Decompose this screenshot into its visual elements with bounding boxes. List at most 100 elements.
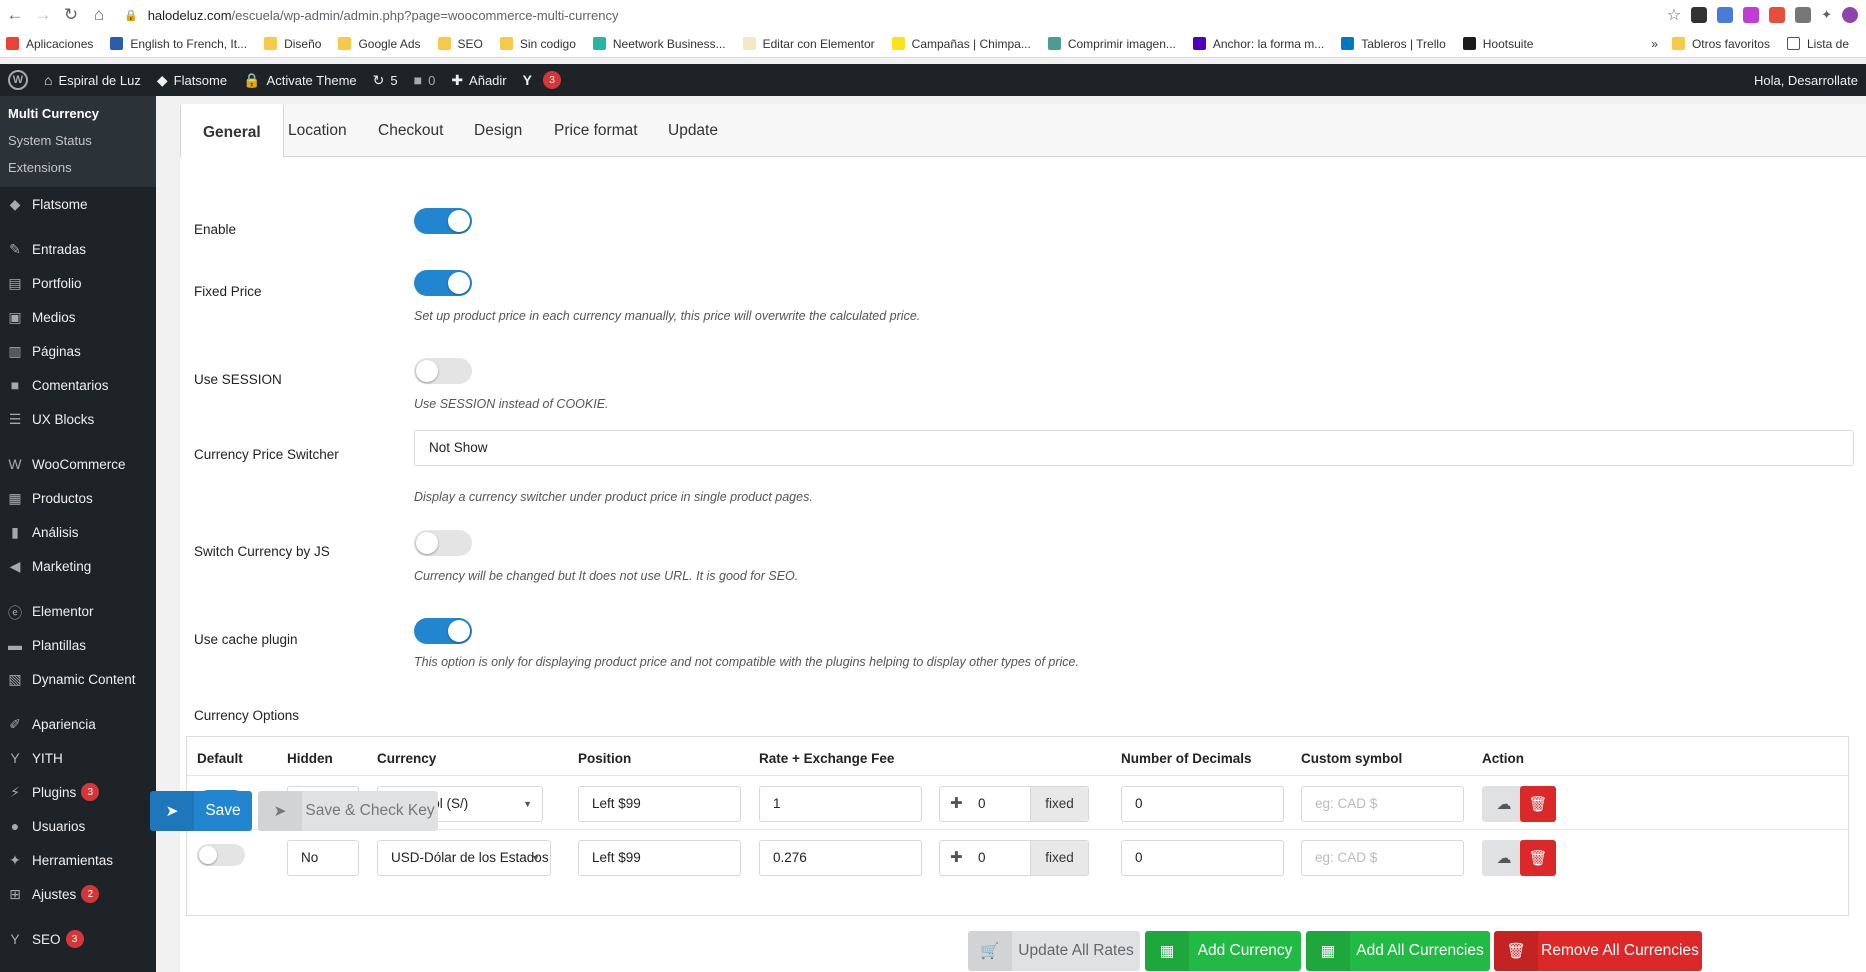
- sidebar-item-label: SEO: [32, 931, 61, 947]
- reload-icon[interactable]: ↻: [58, 2, 84, 28]
- exchange-fee-input[interactable]: ✚ 0 fixed: [939, 840, 1089, 876]
- bookmark-item[interactable]: Diseño: [264, 37, 321, 51]
- extension-icon[interactable]: [1795, 7, 1812, 23]
- enable-toggle[interactable]: [414, 208, 472, 234]
- fee-type-select[interactable]: fixed: [1030, 841, 1088, 875]
- bookmark-item[interactable]: SEO: [437, 37, 483, 51]
- sidebar-item[interactable]: ▬ Plantillas: [0, 628, 156, 662]
- tab-item[interactable]: Update: [646, 104, 740, 157]
- trash-icon[interactable]: 🗑: [1520, 840, 1556, 876]
- submenu-item[interactable]: Extensions: [0, 154, 156, 181]
- sidebar-item[interactable]: Y SEO 3: [0, 922, 156, 956]
- currency-select[interactable]: USD-Dólar de los Estados ... ▼: [377, 840, 551, 876]
- updates-count: 5: [390, 72, 398, 88]
- wp-logo-icon[interactable]: W: [0, 64, 36, 96]
- sidebar-item[interactable]: ✦ Herramientas: [0, 843, 156, 877]
- hidden-select[interactable]: No: [287, 840, 359, 876]
- sidebar-item[interactable]: ▧ Dynamic Content: [0, 662, 156, 696]
- save-button[interactable]: ➤ Save: [150, 791, 252, 831]
- extension-icon[interactable]: [1717, 7, 1734, 23]
- bookmark-item[interactable]: Aplicaciones: [6, 37, 93, 51]
- position-select[interactable]: Left $99: [578, 840, 741, 876]
- tab-item[interactable]: Location: [266, 104, 369, 157]
- site-name-link[interactable]: ⌂ Espiral de Luz: [36, 64, 149, 96]
- submenu-item[interactable]: Multi Currency: [0, 100, 156, 127]
- sidebar-item[interactable]: ⓔ Elementor: [0, 594, 156, 628]
- updates-link[interactable]: ↻ 5: [365, 64, 406, 96]
- bookmark-item[interactable]: Hootsuite: [1462, 37, 1533, 51]
- bookmarks-more-button[interactable]: »: [1651, 37, 1658, 51]
- bookmark-item[interactable]: Lista de: [1786, 37, 1849, 51]
- address-bar[interactable]: 🔒 halodeluz.com/escuela/wp-admin/admin.p…: [124, 2, 1667, 28]
- default-currency-toggle[interactable]: [197, 844, 245, 866]
- cache-plugin-toggle[interactable]: [414, 618, 472, 644]
- exchange-fee-input[interactable]: ✚ 0 fixed: [939, 786, 1089, 822]
- save-check-key-button[interactable]: ➤ Save & Check Key: [258, 791, 438, 831]
- use-session-toggle[interactable]: [414, 358, 472, 384]
- sidebar-item[interactable]: ▣ Medios: [0, 300, 156, 334]
- sidebar-item[interactable]: ⊞ Ajustes 2: [0, 877, 156, 911]
- sidebar-item[interactable]: ✐ Apariencia: [0, 707, 156, 741]
- sidebar-item[interactable]: ▮ Análisis: [0, 515, 156, 549]
- update-all-rates-button[interactable]: 🛒 Update All Rates: [968, 931, 1140, 971]
- sidebar-item[interactable]: ◆ Flatsome: [0, 187, 156, 221]
- sidebar-item[interactable]: ■ Comentarios: [0, 368, 156, 402]
- tab-item[interactable]: Checkout: [356, 104, 465, 157]
- tab-item[interactable]: Design: [452, 104, 544, 157]
- back-icon[interactable]: ←: [2, 2, 28, 28]
- sidebar-item[interactable]: W WooCommerce: [0, 447, 156, 481]
- forward-icon[interactable]: →: [30, 2, 56, 28]
- trash-icon[interactable]: 🗑: [1520, 786, 1556, 822]
- sidebar-item[interactable]: ▤ Portfolio: [0, 266, 156, 300]
- sidebar-item[interactable]: ▥ Páginas: [0, 334, 156, 368]
- bookmark-item[interactable]: Comprimir imagen...: [1047, 37, 1176, 51]
- sidebar-item[interactable]: ● Usuarios: [0, 809, 156, 843]
- rate-input[interactable]: 1: [759, 786, 922, 822]
- trash-icon: 🗑: [1494, 931, 1538, 971]
- comments-link[interactable]: ■ 0: [406, 64, 444, 96]
- decimals-input[interactable]: 0: [1121, 840, 1284, 876]
- bookmark-item[interactable]: Google Ads: [338, 37, 421, 51]
- theme-link[interactable]: ◆ Flatsome: [149, 64, 235, 96]
- updates-icon: ↻: [372, 71, 385, 88]
- fixed-price-toggle[interactable]: [414, 270, 472, 296]
- home-icon[interactable]: ⌂: [86, 2, 112, 28]
- bookmark-item[interactable]: English to French, It...: [110, 37, 247, 51]
- add-currency-button[interactable]: ▦ Add Currency: [1145, 931, 1301, 971]
- puzzle-icon[interactable]: ✦: [1821, 7, 1832, 23]
- price-switcher-select[interactable]: Not Show: [414, 430, 1854, 466]
- add-new-link[interactable]: ✚ Añadir: [443, 64, 514, 96]
- bookmark-item[interactable]: Editar con Elementor: [742, 37, 875, 51]
- sidebar-item[interactable]: Y YITH: [0, 741, 156, 775]
- star-icon[interactable]: ☆: [1667, 5, 1681, 25]
- profile-avatar[interactable]: [1842, 7, 1858, 23]
- rate-input[interactable]: 0.276: [759, 840, 922, 876]
- extension-icon[interactable]: [1691, 7, 1708, 23]
- submenu-item[interactable]: System Status: [0, 127, 156, 154]
- user-greeting[interactable]: Hola, Desarrollate: [1754, 73, 1866, 88]
- bookmark-item[interactable]: Neetwork Business...: [592, 37, 726, 51]
- tab-item[interactable]: Price format: [532, 104, 660, 157]
- position-select[interactable]: Left $99: [578, 786, 741, 822]
- decimals-input[interactable]: 0: [1121, 786, 1284, 822]
- custom-symbol-input[interactable]: eg: CAD $: [1301, 786, 1464, 822]
- custom-symbol-input[interactable]: eg: CAD $: [1301, 840, 1464, 876]
- extension-icon[interactable]: [1769, 7, 1786, 23]
- sidebar-item[interactable]: ◀ Marketing: [0, 549, 156, 583]
- yoast-link[interactable]: Y3: [515, 64, 569, 96]
- bookmark-item[interactable]: Campañas | Chimpa...: [891, 37, 1031, 51]
- sidebar-item[interactable]: ▦ Productos: [0, 481, 156, 515]
- bookmark-item[interactable]: Otros favoritos: [1671, 37, 1770, 51]
- activate-theme-link[interactable]: 🔒 Activate Theme: [235, 64, 365, 96]
- fee-type-select[interactable]: fixed: [1030, 787, 1088, 821]
- sidebar-item[interactable]: ✎ Entradas: [0, 232, 156, 266]
- switch-js-toggle[interactable]: [414, 530, 472, 556]
- add-all-currencies-button[interactable]: ▦ Add All Currencies: [1306, 931, 1490, 971]
- bookmark-item[interactable]: Tableros | Trello: [1341, 37, 1446, 51]
- bookmark-item[interactable]: Anchor: la forma m...: [1192, 37, 1324, 51]
- bookmark-item[interactable]: Sin codigo: [499, 37, 576, 51]
- sidebar-item[interactable]: ☰ UX Blocks: [0, 402, 156, 436]
- remove-all-currencies-button[interactable]: 🗑 Remove All Currencies: [1494, 931, 1702, 971]
- sidebar-item[interactable]: ⚡ Plugins 3: [0, 775, 156, 809]
- extension-icon[interactable]: [1743, 7, 1760, 23]
